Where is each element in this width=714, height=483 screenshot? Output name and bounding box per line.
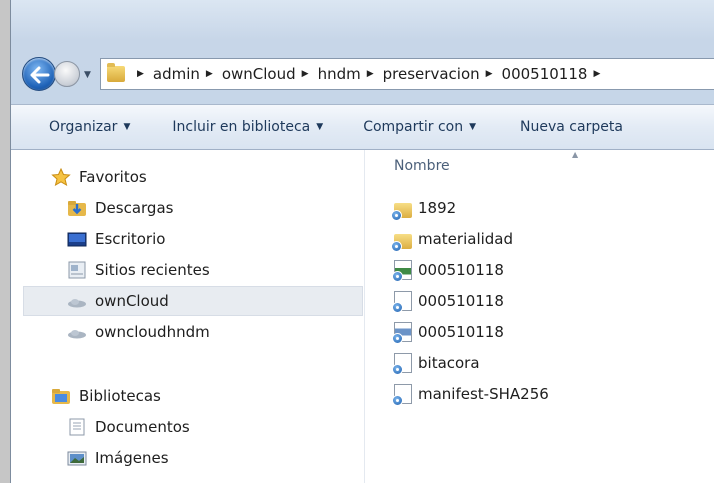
breadcrumb-separator-icon[interactable]: ▶ — [367, 69, 374, 79]
breadcrumb-separator-icon[interactable]: ▶ — [593, 69, 600, 79]
nav-item-imagenes[interactable]: Imágenes — [67, 443, 169, 473]
nav-item-descargas[interactable]: Descargas — [67, 193, 173, 223]
chevron-down-icon: ▼ — [469, 122, 477, 132]
back-arrow-icon — [30, 66, 50, 84]
breadcrumb-separator-icon[interactable]: ▶ — [486, 69, 493, 79]
file-row[interactable]: materialidad — [391, 227, 513, 252]
nav-libraries-header[interactable]: Bibliotecas — [51, 381, 161, 411]
star-icon — [51, 167, 71, 187]
file-row[interactable]: 000510118 — [392, 289, 504, 313]
downloads-icon — [67, 199, 87, 217]
breadcrumb-000510118[interactable]: 000510118 ▶ — [502, 65, 610, 83]
breadcrumb-preservacion[interactable]: preservacion ▶ — [383, 65, 502, 83]
column-header-name[interactable]: Nombre — [394, 158, 450, 174]
breadcrumb-owncloud[interactable]: ownCloud ▶ — [222, 65, 318, 83]
navigation-row: ▼ ▶ admin ▶ ownCloud ▶ hndm ▶ preservacion ▶… — [12, 56, 714, 96]
owncloud-sync-badge-icon — [391, 240, 402, 252]
back-button[interactable] — [22, 57, 56, 91]
desktop-icon — [67, 230, 87, 248]
file-row[interactable]: bitacora — [392, 351, 480, 375]
nav-item-sitios-recientes[interactable]: Sitios recientes — [67, 255, 210, 285]
documents-icon — [67, 418, 87, 436]
cloud-icon — [67, 292, 87, 310]
file-row[interactable]: 000510118 — [392, 320, 504, 344]
file-list-pane: ▲ Nombre 1892 materialidad 000510118 000… — [367, 150, 714, 483]
text-file-icon — [392, 353, 412, 375]
owncloud-sync-badge-icon — [392, 302, 403, 313]
share-with-button[interactable]: Compartir con ▼ — [363, 119, 476, 135]
navigation-pane: Favoritos Descargas Escritorio Sitios re… — [11, 150, 365, 483]
owncloud-sync-badge-icon — [392, 271, 403, 282]
pictures-icon — [67, 449, 87, 467]
owncloud-sync-badge-icon — [392, 333, 403, 344]
file-row[interactable]: 1892 — [391, 196, 456, 221]
nav-favorites-header[interactable]: Favoritos — [51, 162, 147, 192]
owncloud-sync-badge-icon — [392, 395, 403, 406]
breadcrumb-separator-icon[interactable]: ▶ — [206, 69, 213, 79]
nav-item-escritorio[interactable]: Escritorio — [67, 224, 165, 254]
folder-icon — [107, 63, 125, 82]
organize-button[interactable]: Organizar ▼ — [49, 119, 130, 135]
text-file-icon — [392, 384, 412, 406]
nav-item-documentos[interactable]: Documentos — [67, 412, 190, 442]
sort-ascending-icon: ▲ — [572, 150, 579, 159]
forward-button[interactable] — [54, 61, 80, 87]
synced-folder-icon — [391, 202, 412, 221]
owncloud-sync-badge-icon — [392, 364, 403, 375]
nav-item-owncloud[interactable]: ownCloud — [23, 286, 363, 316]
file-row[interactable]: manifest-SHA256 — [392, 382, 549, 406]
synced-folder-icon — [391, 233, 412, 252]
owncloud-sync-badge-icon — [391, 209, 402, 221]
breadcrumb-hndm[interactable]: hndm ▶ — [318, 65, 383, 83]
libraries-icon — [51, 387, 71, 405]
chevron-down-icon: ▼ — [123, 122, 131, 132]
command-bar: Organizar ▼ Incluir en biblioteca ▼ Compar… — [11, 104, 714, 150]
include-in-library-button[interactable]: Incluir en biblioteca ▼ — [172, 119, 323, 135]
address-bar[interactable]: ▶ admin ▶ ownCloud ▶ hndm ▶ preservacion ▶ 0… — [100, 58, 714, 90]
image-file-icon — [392, 322, 412, 344]
cloud-icon — [67, 323, 87, 341]
chevron-down-icon: ▼ — [316, 122, 324, 132]
document-file-icon — [392, 291, 412, 313]
breadcrumb-separator-icon[interactable]: ▶ — [137, 69, 144, 79]
new-folder-button[interactable]: Nueva carpeta — [520, 119, 623, 135]
spreadsheet-file-icon — [392, 260, 412, 282]
file-row[interactable]: 000510118 — [392, 258, 504, 282]
recent-places-icon — [67, 261, 87, 279]
breadcrumb-admin[interactable]: admin ▶ — [153, 65, 222, 83]
breadcrumb-separator-icon[interactable]: ▶ — [302, 69, 309, 79]
nav-item-owncloudhndm[interactable]: owncloudhndm — [67, 317, 210, 347]
recent-pages-dropdown-icon[interactable]: ▼ — [84, 70, 91, 80]
content-area: Favoritos Descargas Escritorio Sitios re… — [11, 150, 714, 483]
